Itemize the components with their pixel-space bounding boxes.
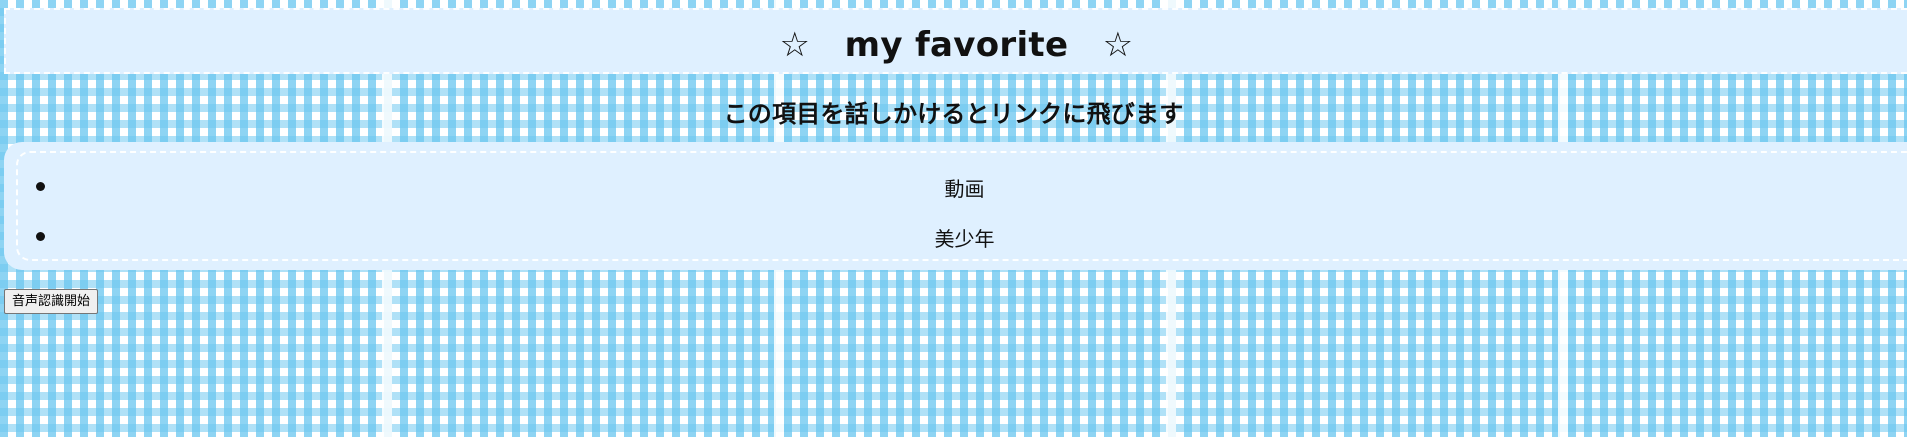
page-title: ☆ my favorite ☆ (779, 24, 1134, 65)
bullet-icon (36, 232, 45, 241)
start-speech-recognition-button[interactable]: 音声認識開始 (4, 289, 99, 314)
favorites-panel: 動画 美少年 (4, 142, 1907, 270)
favorite-link-bishonen[interactable]: 美少年 (935, 223, 995, 252)
favorite-link-video[interactable]: 動画 (945, 173, 985, 202)
list-item-bishonen: 美少年 (18, 221, 1907, 253)
favorites-panel-border: 動画 美少年 (16, 151, 1907, 261)
instruction-text: この項目を話しかけるとリンクに飛びます (723, 100, 1184, 128)
bullet-icon (36, 182, 45, 191)
list-item-video: 動画 (18, 171, 1907, 203)
header-banner: ☆ my favorite ☆ (4, 8, 1907, 74)
